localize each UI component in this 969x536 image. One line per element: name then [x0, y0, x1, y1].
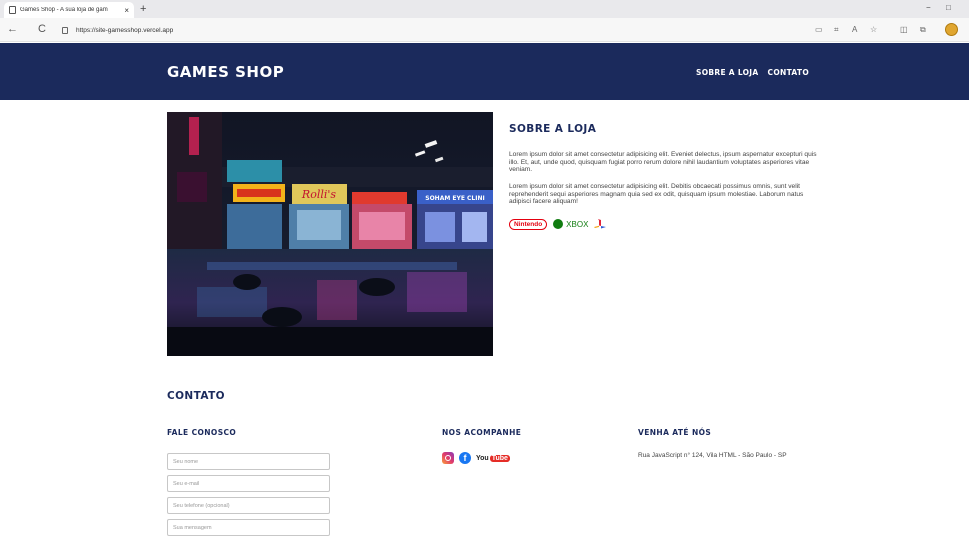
back-button[interactable]: ← [7, 23, 18, 35]
minimize-button[interactable]: − [926, 3, 931, 12]
browser-address-bar: ← C https://site-gamesshop.vercel.app ▭ … [0, 18, 969, 42]
new-tab-button[interactable]: + [140, 2, 146, 16]
profile-avatar[interactable] [945, 23, 958, 36]
site-header: GAMES SHOP SOBRE A LOJA CONTATO [0, 43, 969, 100]
favorite-icon[interactable]: ☆ [870, 25, 877, 35]
instagram-icon[interactable] [442, 452, 454, 464]
name-input[interactable] [167, 453, 330, 470]
page-icon [9, 6, 16, 14]
nos-acompanhe-title: NOS ACOMPANHE [442, 428, 522, 437]
restore-button[interactable]: □ [946, 3, 951, 12]
xbox-label: XBOX [566, 219, 589, 229]
browser-tab-bar: Games Shop - A sua loja de gam × + − □ [0, 0, 969, 18]
brand-logos: Nintendo XBOX [509, 217, 607, 231]
xbox-logo: XBOX [553, 219, 588, 229]
read-mode-icon[interactable]: ▭ [815, 25, 823, 35]
split-screen-icon[interactable]: ◫ [900, 25, 908, 35]
contato-title: CONTATO [167, 390, 225, 402]
store-sign-rollis: Rolli's [301, 188, 336, 201]
close-tab-icon[interactable]: × [124, 6, 129, 15]
phone-input[interactable] [167, 497, 330, 514]
youtube-tube: Tube [489, 454, 510, 462]
fale-conosco-title: FALE CONOSCO [167, 428, 237, 437]
message-input[interactable] [167, 519, 330, 536]
store-photo-illustration: Rolli's SOHAM EYE CLINI [167, 112, 493, 356]
playstation-icon [594, 219, 607, 229]
browser-tab[interactable]: Games Shop - A sua loja de gam × [4, 2, 134, 18]
url-text: https://site-gamesshop.vercel.app [76, 26, 174, 34]
main-nav: SOBRE A LOJA CONTATO [696, 68, 809, 77]
sobre-paragraph-2: Lorem ipsum dolor sit amet consectetur a… [509, 183, 804, 206]
url-field[interactable]: https://site-gamesshop.vercel.app [62, 22, 802, 38]
sobre-paragraph-1: Lorem ipsum dolor sit amet consectetur a… [509, 151, 817, 174]
store-photo: Rolli's SOHAM EYE CLINI [167, 112, 493, 356]
venha-ate-nos-title: VENHA ATÉ NÓS [638, 428, 712, 437]
youtube-you: You [476, 454, 489, 462]
tab-title: Games Shop - A sua loja de gam [20, 7, 108, 13]
apps-icon[interactable]: ⌗ [834, 25, 839, 35]
xbox-icon [553, 219, 564, 229]
youtube-icon[interactable]: You Tube [476, 454, 510, 462]
refresh-button[interactable]: C [38, 23, 46, 35]
sobre-title: SOBRE A LOJA [509, 123, 597, 135]
read-aloud-icon[interactable]: A [852, 25, 857, 35]
email-input[interactable] [167, 475, 330, 492]
store-address: Rua JavaScript n° 124, Vila HTML - São P… [638, 452, 787, 459]
social-links: f You Tube [442, 452, 510, 464]
collections-icon[interactable]: ⧉ [920, 25, 926, 35]
nav-link-contato[interactable]: CONTATO [768, 68, 810, 77]
nintendo-logo: Nintendo [509, 218, 548, 230]
lock-icon [62, 26, 68, 34]
site-logo[interactable]: GAMES SHOP [167, 63, 284, 81]
facebook-icon[interactable]: f [459, 452, 471, 464]
nav-link-sobre[interactable]: SOBRE A LOJA [696, 68, 759, 77]
store-sign-soham: SOHAM EYE CLINI [425, 195, 485, 202]
